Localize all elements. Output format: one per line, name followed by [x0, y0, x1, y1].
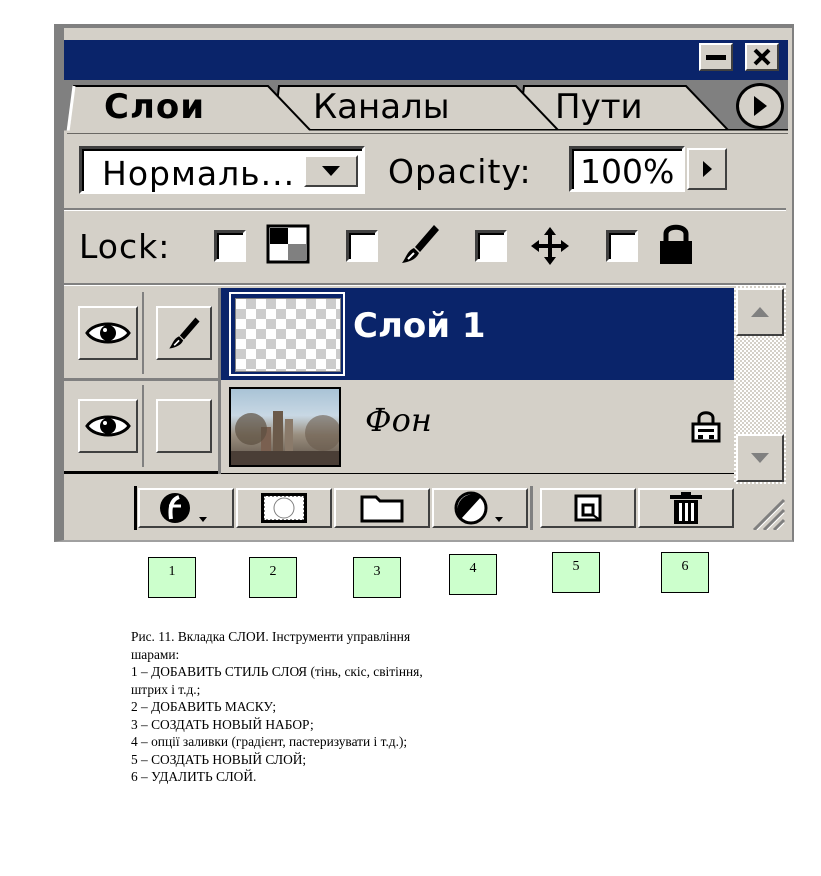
- photo-content: [231, 411, 339, 465]
- divider: [64, 208, 786, 211]
- blend-mode-dropdown[interactable]: Нормаль...: [79, 146, 365, 194]
- marker-1: 1: [148, 557, 196, 598]
- tab-paths-label: Пути: [555, 87, 643, 127]
- layer-row[interactable]: Фон: [221, 381, 734, 473]
- brush-icon: [169, 317, 200, 349]
- add-mask-button[interactable]: [236, 488, 332, 528]
- new-set-button[interactable]: [334, 488, 430, 528]
- dropdown-button[interactable]: [304, 155, 358, 187]
- scroll-down-button[interactable]: [736, 434, 784, 482]
- folder-icon: [360, 495, 404, 523]
- transparent-thumbnail: [229, 292, 345, 376]
- figure-caption: Рис. 11. Вкладка СЛОИ. Інструменти управ…: [131, 628, 441, 786]
- brush-link-toggle[interactable]: [156, 399, 212, 453]
- tab-paths[interactable]: Пути: [555, 84, 643, 130]
- close-icon: [753, 48, 771, 66]
- caption-line: Рис. 11. Вкладка СЛОИ. Інструменти управ…: [131, 629, 411, 662]
- marker-6: 6: [661, 552, 709, 593]
- marker-3: 3: [353, 557, 401, 598]
- caption-line: 6 – УДАЛИТЬ СЛОЙ.: [131, 769, 257, 784]
- photo-thumbnail: [229, 387, 341, 467]
- marker-label: 6: [681, 559, 689, 574]
- trash-icon: [670, 492, 702, 524]
- arrow-down-icon: [751, 453, 769, 463]
- palette-title-bar[interactable]: [64, 40, 788, 80]
- marker-5: 5: [552, 552, 600, 593]
- minimize-button[interactable]: [699, 43, 733, 71]
- tab-channels-label: Каналы: [313, 87, 450, 127]
- arrow-up-icon: [751, 307, 769, 317]
- layer-row-controls: [64, 288, 220, 380]
- layer-name: Слой 1: [353, 306, 486, 346]
- blend-mode-value: Нормаль...: [102, 154, 296, 193]
- transparency-icon: [266, 224, 310, 264]
- lock-icon: [660, 224, 692, 264]
- tab-layers-label: Слои: [104, 87, 206, 127]
- close-button[interactable]: [745, 43, 779, 71]
- opacity-value: 100%: [580, 152, 675, 191]
- caption-line: 5 – СОЗДАТЬ НОВЫЙ СЛОЙ;: [131, 751, 307, 767]
- adjustment-layer-icon: [454, 491, 503, 525]
- caption-line: 4 – опції заливки (градієнт, пастеризува…: [131, 734, 408, 749]
- tab-channels[interactable]: Каналы: [313, 84, 450, 130]
- lock-transparency-checkbox[interactable]: [214, 230, 246, 262]
- caption-line: 1 – ДОБАВИТЬ СТИЛЬ СЛОЯ (тінь, скіс, сві…: [131, 664, 423, 697]
- play-arrow-icon: [754, 96, 767, 116]
- marker-label: 5: [572, 559, 580, 574]
- brush-link-toggle[interactable]: [156, 306, 212, 360]
- lock-all-checkbox[interactable]: [606, 230, 638, 262]
- brush-icon: [402, 225, 439, 263]
- marker-label: 3: [373, 564, 381, 579]
- layer-row-controls: [64, 381, 220, 473]
- eye-icon: [85, 415, 131, 437]
- lock-pixels-checkbox[interactable]: [346, 230, 378, 262]
- mask-icon: [261, 493, 307, 523]
- layer-style-icon: [160, 493, 207, 523]
- lock-label: Lock:: [79, 227, 171, 266]
- chevron-down-icon: [322, 166, 340, 176]
- move-icon: [531, 227, 569, 265]
- tab-layers[interactable]: Слои: [104, 84, 205, 130]
- marker-label: 2: [269, 564, 277, 579]
- eye-icon: [85, 322, 131, 344]
- minimize-icon: [706, 54, 726, 60]
- caption-line: 3 – СОЗДАТЬ НОВЫЙ НАБОР;: [131, 716, 314, 732]
- new-layer-icon: [574, 494, 602, 522]
- layer-row-selected[interactable]: Слой 1: [221, 288, 734, 380]
- marker-2: 2: [249, 557, 297, 598]
- marker-label: 4: [469, 561, 477, 576]
- new-layer-button[interactable]: [540, 488, 636, 528]
- lock-position-checkbox[interactable]: [475, 230, 507, 262]
- scroll-up-button[interactable]: [736, 288, 784, 336]
- marker-4: 4: [449, 554, 497, 595]
- add-layer-style-button[interactable]: [138, 488, 234, 528]
- layer-name: Фон: [365, 401, 432, 439]
- marker-label: 1: [168, 564, 176, 579]
- arrow-right-icon: [703, 161, 712, 177]
- caption-line: 2 – ДОБАВИТЬ МАСКУ;: [131, 699, 277, 714]
- palette-menu-button[interactable]: [736, 83, 784, 129]
- visibility-toggle[interactable]: [78, 399, 138, 453]
- fill-options-button[interactable]: [432, 488, 528, 528]
- visibility-toggle[interactable]: [78, 306, 138, 360]
- opacity-label: Opacity:: [388, 152, 532, 191]
- layer-lock-icon: [691, 411, 721, 443]
- opacity-input[interactable]: 100%: [569, 146, 685, 192]
- delete-layer-button[interactable]: [638, 488, 734, 528]
- opacity-slider-button[interactable]: [687, 148, 727, 190]
- resize-grip-icon[interactable]: [748, 496, 786, 530]
